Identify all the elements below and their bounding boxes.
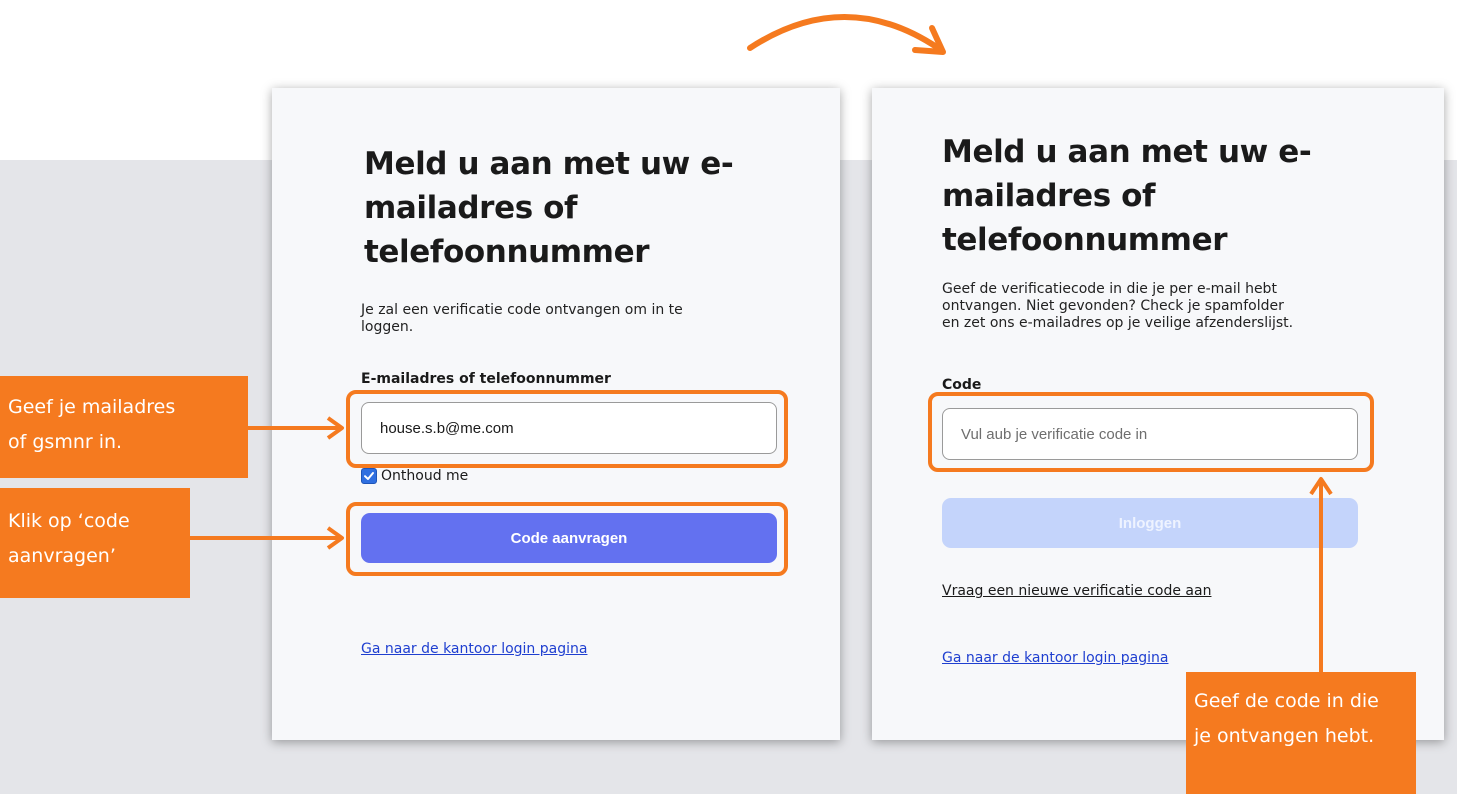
- arrow-icon: [248, 416, 344, 440]
- arrow-icon: [190, 526, 344, 550]
- curved-arrow-icon: [747, 14, 946, 55]
- arrow-icon: [1309, 477, 1333, 672]
- annotation-arrows: [190, 14, 1333, 672]
